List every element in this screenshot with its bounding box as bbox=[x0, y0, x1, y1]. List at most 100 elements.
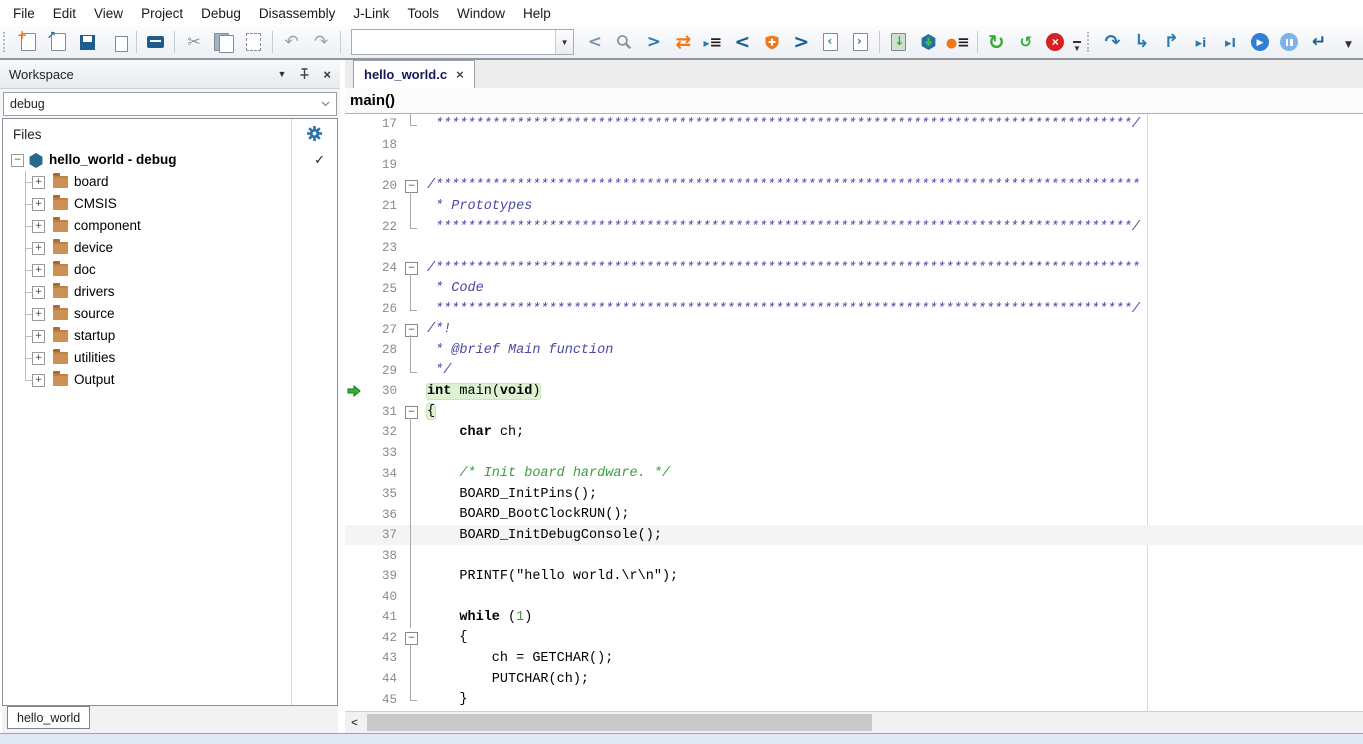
toolbar-overflow-icon[interactable]: ▼ bbox=[1070, 27, 1084, 57]
code-line-27: 27−/*! bbox=[345, 319, 1363, 340]
code-line-23: 23 bbox=[345, 237, 1363, 258]
next-page-icon[interactable]: › bbox=[846, 28, 876, 56]
menu-item-project[interactable]: Project bbox=[132, 3, 192, 24]
collapse-icon[interactable]: − bbox=[11, 154, 24, 167]
prev-bookmark-icon[interactable]: < bbox=[728, 28, 758, 56]
redo-icon[interactable]: ↷ bbox=[306, 28, 336, 56]
expand-icon[interactable]: + bbox=[32, 286, 45, 299]
menu-item-disassembly[interactable]: Disassembly bbox=[250, 3, 345, 24]
nav-back-icon[interactable]: < bbox=[580, 28, 610, 56]
fold-marker bbox=[401, 545, 421, 566]
go-icon[interactable]: ▶ bbox=[1245, 28, 1275, 56]
tree-root-hello-world[interactable]: −hello_world - debug✓ bbox=[3, 149, 337, 171]
fold-marker bbox=[401, 689, 421, 710]
run-to-cursor-icon[interactable]: ▸I bbox=[1216, 28, 1246, 56]
stop-icon[interactable]: × bbox=[1041, 28, 1071, 56]
menu-item-view[interactable]: View bbox=[85, 3, 132, 24]
pin-icon[interactable] bbox=[299, 68, 310, 80]
expand-icon[interactable]: + bbox=[32, 308, 45, 321]
expand-icon[interactable]: + bbox=[32, 242, 45, 255]
scrollbar-thumb[interactable] bbox=[367, 714, 872, 731]
fold-marker[interactable]: − bbox=[401, 319, 421, 340]
stop-debug-icon[interactable]: ↵ bbox=[1304, 28, 1334, 56]
menu-item-file[interactable]: File bbox=[4, 3, 44, 24]
gear-icon[interactable] bbox=[307, 126, 322, 141]
expand-icon[interactable]: + bbox=[32, 374, 45, 387]
close-tab-icon[interactable]: × bbox=[456, 67, 464, 82]
editor-tab[interactable]: hello_world.c × bbox=[353, 60, 475, 88]
horizontal-scrollbar[interactable]: < bbox=[345, 711, 1363, 733]
next-bookmark-icon[interactable]: > bbox=[787, 28, 817, 56]
step-into-icon[interactable]: ↳ bbox=[1127, 28, 1157, 56]
code-line-38: 38 bbox=[345, 545, 1363, 566]
cut-icon[interactable]: ✂ bbox=[179, 28, 209, 56]
restart-icon[interactable]: ↺ bbox=[1011, 28, 1041, 56]
scroll-left-arrow[interactable]: < bbox=[345, 712, 364, 733]
break-icon[interactable] bbox=[1275, 28, 1305, 56]
tree-item-utilities[interactable]: +utilities bbox=[3, 347, 337, 369]
code-line-32: 32 char ch; bbox=[345, 422, 1363, 443]
download-debug-icon[interactable] bbox=[914, 28, 944, 56]
swap-arrows-icon[interactable]: ⇄ bbox=[669, 28, 699, 56]
fold-marker[interactable]: − bbox=[401, 628, 421, 649]
line-number: 29 bbox=[362, 364, 397, 378]
configuration-select[interactable]: debug bbox=[3, 92, 337, 116]
code-line-39: 39 PRINTF("hello world.\r\n"); bbox=[345, 566, 1363, 587]
undo-icon[interactable]: ↶ bbox=[277, 28, 307, 56]
breakpoints-icon[interactable]: ●≡ bbox=[943, 28, 973, 56]
code-area[interactable]: 17 *************************************… bbox=[345, 114, 1363, 711]
new-file-icon[interactable]: + bbox=[14, 28, 44, 56]
tree-item-board[interactable]: +board bbox=[3, 171, 337, 193]
fold-marker[interactable]: − bbox=[401, 402, 421, 423]
tree-item-drivers[interactable]: +drivers bbox=[3, 281, 337, 303]
paste-icon[interactable] bbox=[238, 28, 268, 56]
print-icon[interactable] bbox=[141, 28, 171, 56]
menu-item-window[interactable]: Window bbox=[448, 3, 514, 24]
search-icon[interactable] bbox=[610, 28, 640, 56]
window-menu-icon[interactable]: ▼ bbox=[277, 69, 286, 79]
toolbar-search-combo[interactable]: ▼ bbox=[351, 29, 574, 55]
prev-page-icon[interactable]: ‹ bbox=[816, 28, 846, 56]
line-number: 42 bbox=[362, 631, 397, 645]
menu-item-j-link[interactable]: J-Link bbox=[344, 3, 398, 24]
nav-forward-icon[interactable]: > bbox=[639, 28, 669, 56]
code-text: BOARD_InitPins(); bbox=[427, 487, 597, 502]
fold-marker[interactable]: − bbox=[401, 176, 421, 197]
line-number: 41 bbox=[362, 610, 397, 624]
more-icon[interactable]: ▼ bbox=[1334, 28, 1363, 56]
expand-icon[interactable]: + bbox=[32, 220, 45, 233]
tree-item-startup[interactable]: +startup bbox=[3, 325, 337, 347]
copy-icon[interactable] bbox=[209, 28, 239, 56]
menu-item-tools[interactable]: Tools bbox=[398, 3, 448, 24]
reset-icon[interactable]: ↻ bbox=[982, 28, 1012, 56]
tree-item-component[interactable]: +component bbox=[3, 215, 337, 237]
toggle-bookmark-icon[interactable]: ▸≡ bbox=[698, 28, 728, 56]
expand-icon[interactable]: + bbox=[32, 264, 45, 277]
fold-marker bbox=[401, 135, 421, 156]
tree-item-output[interactable]: +Output bbox=[3, 369, 337, 391]
step-out-icon[interactable]: ↱ bbox=[1157, 28, 1187, 56]
expand-icon[interactable]: + bbox=[32, 352, 45, 365]
workspace-tab[interactable]: hello_world bbox=[7, 706, 90, 729]
expand-icon[interactable]: + bbox=[32, 176, 45, 189]
open-file-icon[interactable]: ↗ bbox=[43, 28, 73, 56]
tree-item-doc[interactable]: +doc bbox=[3, 259, 337, 281]
step-over-icon[interactable]: ↷ bbox=[1098, 28, 1128, 56]
tree-item-source[interactable]: +source bbox=[3, 303, 337, 325]
combo-dropdown-icon[interactable]: ▼ bbox=[555, 30, 573, 54]
tree-item-cmsis[interactable]: +CMSIS bbox=[3, 193, 337, 215]
next-statement-icon[interactable]: ▸i bbox=[1186, 28, 1216, 56]
menu-item-debug[interactable]: Debug bbox=[192, 3, 250, 24]
tree-item-device[interactable]: +device bbox=[3, 237, 337, 259]
fold-marker[interactable]: − bbox=[401, 258, 421, 279]
function-selector-bar[interactable]: main() bbox=[345, 88, 1363, 114]
save-icon[interactable] bbox=[73, 28, 103, 56]
save-all-icon[interactable] bbox=[102, 28, 132, 56]
menu-item-edit[interactable]: Edit bbox=[44, 3, 85, 24]
toggle-breakpoint-icon[interactable] bbox=[757, 28, 787, 56]
expand-icon[interactable]: + bbox=[32, 198, 45, 211]
menu-item-help[interactable]: Help bbox=[514, 3, 560, 24]
download-icon[interactable]: ↓ bbox=[884, 28, 914, 56]
close-panel-icon[interactable]: × bbox=[323, 67, 331, 82]
expand-icon[interactable]: + bbox=[32, 330, 45, 343]
